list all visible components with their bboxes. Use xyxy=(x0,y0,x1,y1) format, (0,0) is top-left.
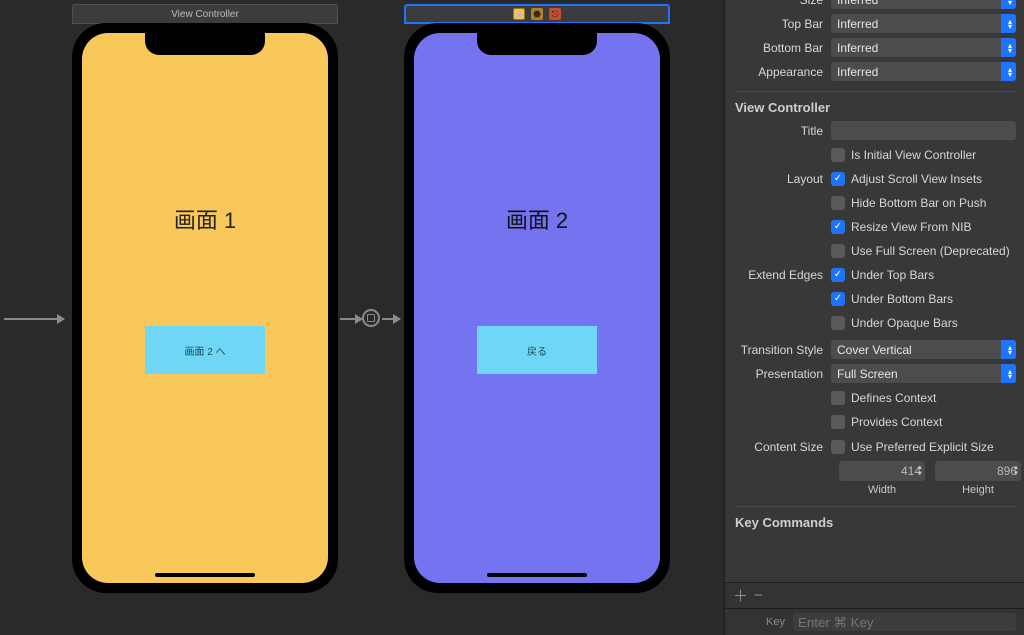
segue-symbol[interactable] xyxy=(362,309,380,327)
row-bottom-bar: Bottom Bar Inferred▴▾ xyxy=(733,38,1016,57)
first-responder-icon[interactable]: ⬣ xyxy=(531,8,543,20)
scene-view-controller-2[interactable]: ◉ ⬣ ⎋ 画面 2 戻る xyxy=(404,4,670,593)
row-title: Title xyxy=(733,121,1016,140)
storyboard-canvas[interactable]: View Controller 画面 1 画面 2 へ ◉ ⬣ ⎋ 画面 xyxy=(0,0,724,635)
screen2-label[interactable]: 画面 2 xyxy=(414,203,660,235)
row-layout: Layout ✓ Adjust Scroll View Insets xyxy=(733,169,1016,188)
title-field[interactable] xyxy=(831,121,1016,140)
width-stepper[interactable]: 414 ▲▼ xyxy=(839,461,925,481)
exit-icon[interactable]: ⎋ xyxy=(549,8,561,20)
phone-screen-2[interactable]: 画面 2 戻る xyxy=(414,33,660,583)
under-opaque-checkbox[interactable] xyxy=(831,316,845,330)
transition-popup[interactable]: Cover Vertical▴▾ xyxy=(831,340,1016,359)
segue-arrow-left[interactable] xyxy=(340,318,362,320)
use-full-screen-checkbox[interactable] xyxy=(831,244,845,258)
size-popup[interactable]: Inferred▴▾ xyxy=(831,0,1016,9)
segue-arrow-right[interactable] xyxy=(382,318,400,320)
scene-title-bar[interactable]: View Controller xyxy=(72,4,338,24)
row-appearance: Appearance Inferred▴▾ xyxy=(733,62,1016,81)
presentation-popup[interactable]: Full Screen▴▾ xyxy=(831,364,1016,383)
adjust-scroll-checkbox[interactable]: ✓ xyxy=(831,172,845,186)
resize-nib-checkbox[interactable]: ✓ xyxy=(831,220,845,234)
home-indicator xyxy=(155,573,255,577)
key-input[interactable] xyxy=(793,613,1016,631)
under-top-checkbox[interactable]: ✓ xyxy=(831,268,845,282)
row-top-bar: Top Bar Inferred▴▾ xyxy=(733,14,1016,33)
row-extend-edges: Extend Edges ✓ Under Top Bars xyxy=(733,265,1016,284)
screen1-label[interactable]: 画面 1 xyxy=(82,203,328,235)
device-frame: 画面 2 戻る xyxy=(404,23,670,593)
scene-title: View Controller xyxy=(171,9,239,20)
add-key-command-button[interactable]: ＋ xyxy=(733,585,748,606)
initial-entry-arrow xyxy=(4,318,64,320)
scene-title-bar-selected[interactable]: ◉ ⬣ ⎋ xyxy=(404,4,670,24)
stepper-arrows-icon[interactable]: ▲▼ xyxy=(1013,465,1019,477)
hide-bottom-checkbox[interactable] xyxy=(831,196,845,210)
caret-icon: ▴▾ xyxy=(1008,345,1012,355)
phone-screen-1[interactable]: 画面 1 画面 2 へ xyxy=(82,33,328,583)
defines-context-checkbox[interactable] xyxy=(831,391,845,405)
stepper-arrows-icon[interactable]: ▲▼ xyxy=(917,465,923,477)
device-notch xyxy=(145,33,265,55)
key-commands-footer: ＋ − xyxy=(725,582,1024,608)
row-presentation: Presentation Full Screen▴▾ xyxy=(733,364,1016,383)
remove-key-command-button[interactable]: − xyxy=(754,587,763,604)
row-size: Size Inferred▴▾ xyxy=(733,0,1016,9)
scene-view-controller-1[interactable]: View Controller 画面 1 画面 2 へ xyxy=(72,4,338,593)
device-notch xyxy=(477,33,597,55)
caret-icon: ▴▾ xyxy=(1008,19,1012,29)
caret-icon: ▴▾ xyxy=(1008,0,1012,5)
row-content-size: Content Size Use Preferred Explicit Size xyxy=(733,437,1016,456)
top-bar-popup[interactable]: Inferred▴▾ xyxy=(831,14,1016,33)
home-indicator xyxy=(487,573,587,577)
bottom-bar-popup[interactable]: Inferred▴▾ xyxy=(831,38,1016,57)
caret-icon: ▴▾ xyxy=(1008,369,1012,379)
content-size-pair: 414 ▲▼ Width 896 ▲▼ Height xyxy=(839,461,1016,496)
height-stepper[interactable]: 896 ▲▼ xyxy=(935,461,1021,481)
screen1-button[interactable]: 画面 2 へ xyxy=(145,326,265,374)
is-initial-checkbox[interactable] xyxy=(831,148,845,162)
caret-icon: ▴▾ xyxy=(1008,43,1012,53)
under-bottom-checkbox[interactable]: ✓ xyxy=(831,292,845,306)
is-initial-label: Is Initial View Controller xyxy=(851,148,976,162)
attributes-inspector: Size Inferred▴▾ Top Bar Inferred▴▾ Botto… xyxy=(724,0,1024,635)
section-view-controller: View Controller xyxy=(735,91,1016,115)
caret-icon: ▴▾ xyxy=(1008,67,1012,77)
device-frame: 画面 1 画面 2 へ xyxy=(72,23,338,593)
row-transition: Transition Style Cover Vertical▴▾ xyxy=(733,340,1016,359)
vc-icon[interactable]: ◉ xyxy=(513,8,525,20)
section-key-commands: Key Commands xyxy=(735,506,1016,530)
use-preferred-size-checkbox[interactable] xyxy=(831,440,845,454)
appearance-popup[interactable]: Inferred▴▾ xyxy=(831,62,1016,81)
provides-context-checkbox[interactable] xyxy=(831,415,845,429)
row-is-initial: Is Initial View Controller xyxy=(733,145,1016,164)
key-row: Key xyxy=(725,608,1024,635)
screen2-button[interactable]: 戻る xyxy=(477,326,597,374)
